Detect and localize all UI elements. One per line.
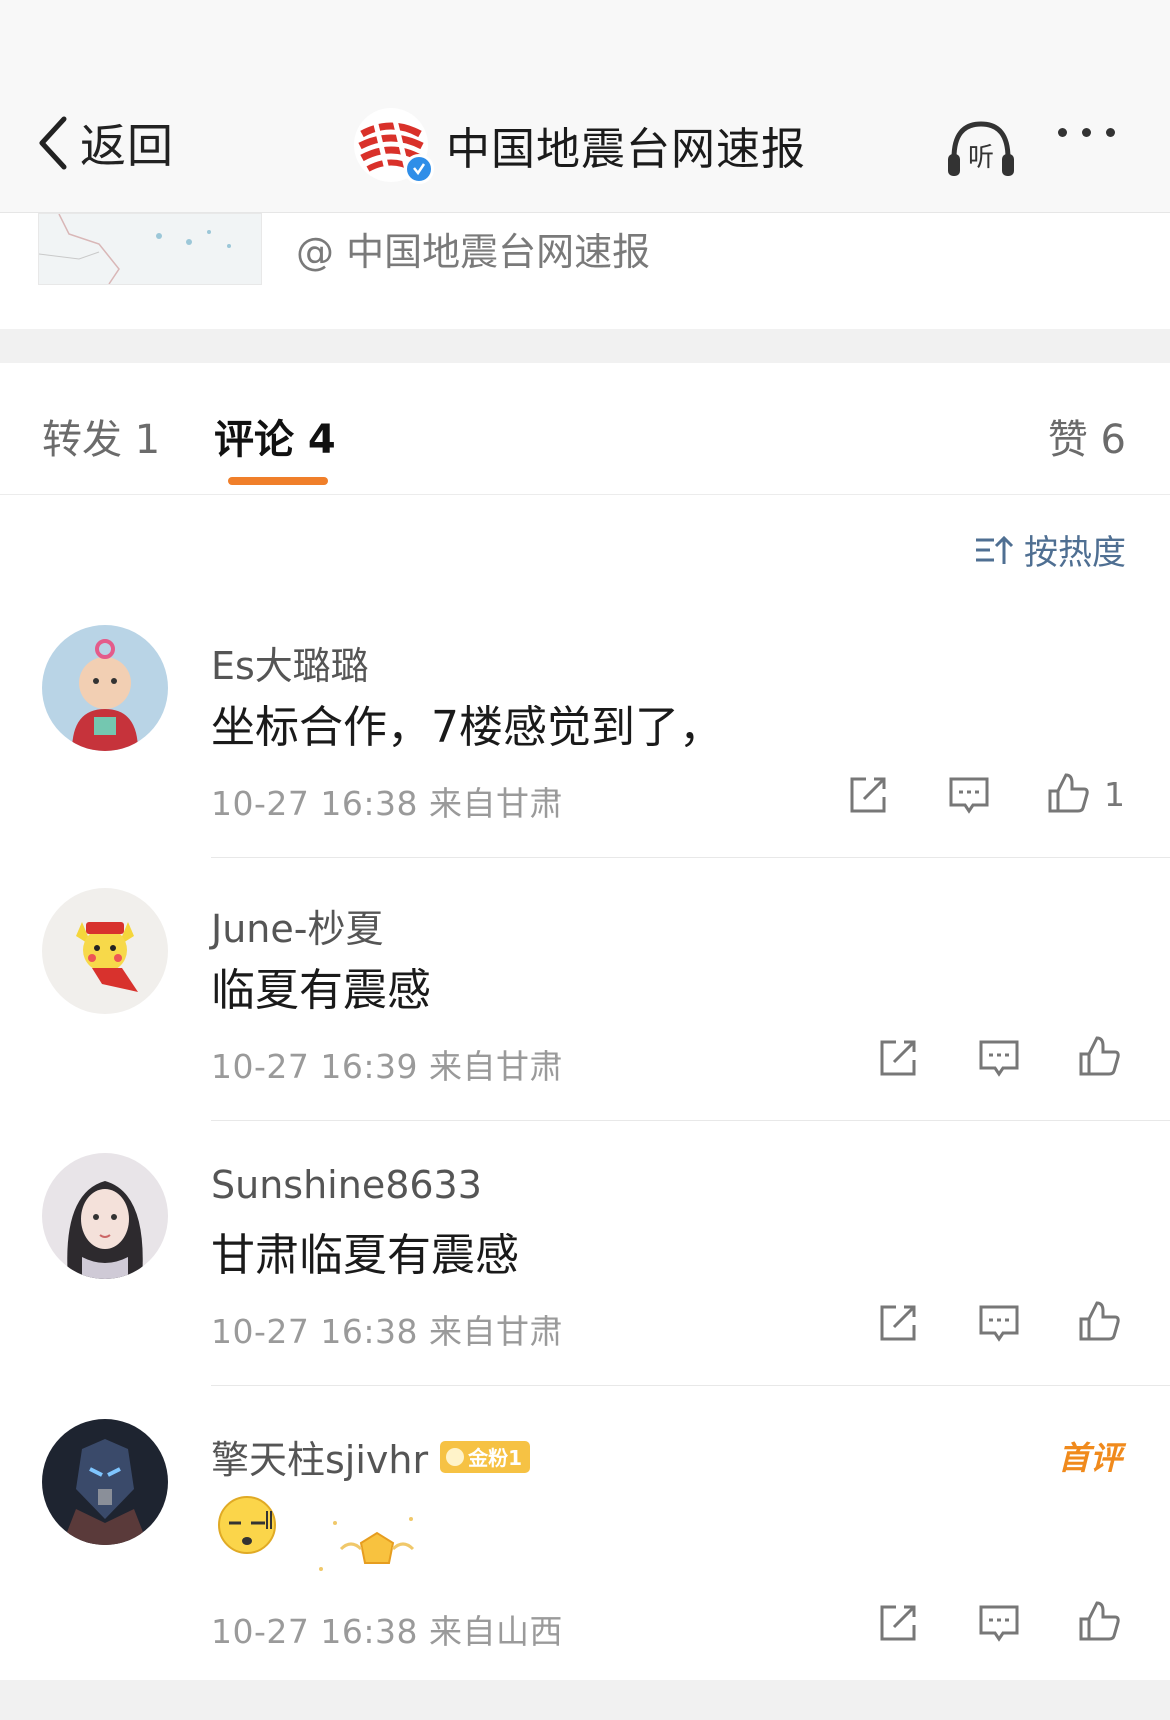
share-icon: [850, 777, 886, 813]
separator: [211, 1385, 1170, 1386]
comment-text: 甘肃临夏有震感: [211, 1230, 519, 1281]
thumbs-up-icon: [1079, 1301, 1120, 1341]
share-icon: [880, 1305, 916, 1341]
section-divider: [0, 329, 1170, 363]
comment-meta: 10-27 16:39 来自甘肃: [211, 1047, 563, 1086]
like-count: 1: [1104, 775, 1125, 814]
active-tab-indicator: [228, 477, 328, 485]
comment-meta: 10-27 16:38 来自甘肃: [211, 1312, 563, 1351]
comment-list: 按热度 Es大璐璐 坐标合作，7楼感觉到了， 10-27 16:38 来自甘肃 …: [0, 495, 1170, 1680]
top-nav-bar: 返回 中国地震台网速报 听: [0, 0, 1170, 213]
tab-reposts[interactable]: 转发 1: [42, 407, 160, 465]
reply-button[interactable]: [977, 1601, 1021, 1645]
avatar[interactable]: [42, 625, 168, 751]
thumbs-up-icon: [1048, 773, 1089, 813]
comment-author-row: 擎天柱sjivhr 金粉1: [211, 1429, 531, 1484]
back-label: 返回: [80, 119, 174, 173]
comment-author[interactable]: 擎天柱sjivhr: [211, 1429, 428, 1484]
tab-likes[interactable]: 赞 6: [1048, 407, 1126, 465]
page-title: 中国地震台网速报: [446, 124, 806, 175]
avatar[interactable]: [42, 888, 168, 1014]
separator: [211, 1120, 1170, 1121]
emoji-sticker-icon: [218, 1496, 415, 1571]
sort-by-hot-button[interactable]: 按热度: [974, 525, 1126, 574]
thumbs-up-icon: [1079, 1036, 1120, 1076]
first-comment-tag: 首评: [1057, 1439, 1122, 1477]
avatar[interactable]: [42, 1153, 168, 1279]
share-button[interactable]: [876, 1036, 920, 1080]
comment-text: 临夏有震感: [211, 965, 431, 1016]
like-button[interactable]: [1077, 1599, 1121, 1643]
like-button[interactable]: [1046, 771, 1090, 815]
comment-author[interactable]: June-杪夏: [211, 898, 383, 953]
listen-button[interactable]: 听: [944, 114, 1018, 182]
map-image: [39, 214, 261, 284]
thumbs-up-icon: [1079, 1601, 1120, 1641]
reply-button[interactable]: [977, 1036, 1021, 1080]
reply-button[interactable]: [977, 1301, 1021, 1345]
comment-author[interactable]: Es大璐璐: [211, 635, 369, 690]
sort-icon: [976, 535, 1014, 564]
tab-comments[interactable]: 评论 4: [214, 407, 336, 465]
crown-icon: [446, 1447, 465, 1466]
comment-icon: [949, 777, 989, 814]
back-button[interactable]: 返回: [34, 110, 174, 176]
avatar-image: [42, 1153, 168, 1279]
dot-icon: [1106, 128, 1115, 137]
comment-icon: [979, 1040, 1019, 1077]
chevron-left-icon: [39, 116, 67, 170]
avatar-image: [42, 1419, 168, 1545]
tab-bar: 转发 1 评论 4 赞 6: [0, 363, 1170, 495]
sort-label: 按热度: [1024, 533, 1126, 573]
avatar-image: [42, 625, 168, 751]
repost-author-link[interactable]: @ 中国地震台网速报: [296, 221, 650, 276]
headphones-icon: 听: [948, 121, 1014, 176]
more-options-button[interactable]: [1058, 128, 1115, 137]
comment-text: 坐标合作，7楼感觉到了，: [211, 702, 723, 753]
separator: [211, 857, 1170, 858]
share-button[interactable]: [876, 1301, 920, 1345]
share-button[interactable]: [846, 773, 890, 817]
fan-badge-label: 金粉1: [468, 1446, 523, 1470]
like-button[interactable]: [1077, 1299, 1121, 1343]
share-button[interactable]: [876, 1601, 920, 1645]
account-logo: [354, 108, 434, 184]
comment-icon: [979, 1605, 1019, 1642]
repost-preview[interactable]: @ 中国地震台网速报: [0, 213, 1170, 329]
listen-label: 听: [968, 143, 994, 173]
comment-meta: 10-27 16:38 来自甘肃: [211, 784, 563, 823]
like-button[interactable]: [1077, 1034, 1121, 1078]
comment-meta: 10-27 16:38 来自山西: [211, 1612, 563, 1651]
bottom-divider: [0, 1680, 1170, 1720]
share-icon: [880, 1040, 916, 1076]
comment-author[interactable]: Sunshine8633: [211, 1163, 482, 1207]
comment-sticker: [211, 1483, 431, 1593]
account-title[interactable]: 中国地震台网速报: [354, 108, 806, 184]
map-thumbnail[interactable]: [38, 213, 262, 285]
fan-badge[interactable]: 金粉1: [440, 1440, 531, 1473]
dot-icon: [1082, 128, 1091, 137]
dot-icon: [1058, 128, 1067, 137]
share-icon: [880, 1605, 916, 1641]
reply-button[interactable]: [947, 773, 991, 817]
avatar[interactable]: [42, 1419, 168, 1545]
verified-icon: [404, 154, 434, 184]
comment-icon: [979, 1305, 1019, 1342]
avatar-image: [42, 888, 168, 1014]
